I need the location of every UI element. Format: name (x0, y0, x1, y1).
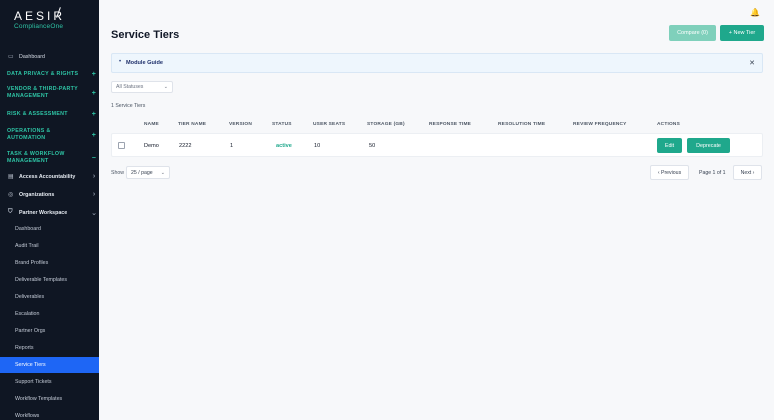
expand-plus-icon: + (91, 71, 97, 78)
section-task-workflow[interactable]: TASK & WORKFLOW MANAGEMENT − (0, 150, 99, 166)
expand-plus-icon: + (91, 111, 97, 118)
brand-subtitle: ComplianceOne (14, 23, 64, 30)
chevron-right-icon: › (92, 191, 96, 198)
sidebar-item-partner-orgs[interactable]: Partner Orgs (0, 326, 99, 336)
section-label: TASK & WORKFLOW MANAGEMENT (7, 151, 65, 164)
chevron-down-icon: ⌄ (163, 84, 168, 90)
group-label: Access Accountability (19, 173, 76, 180)
cell-user-seats: 10 (314, 143, 321, 149)
cell-tier-name: 2222 (179, 143, 192, 149)
next-page-button[interactable]: Next › (733, 165, 762, 180)
expand-plus-icon: + (91, 89, 97, 97)
group-organizations[interactable]: ◎ Organizations › (0, 190, 99, 199)
sidebar-item-brand-profiles[interactable]: Brand Profiles (0, 258, 99, 268)
sidebar-item-label: Deliverables (15, 294, 45, 300)
sidebar-item-label: Workflows (15, 413, 40, 419)
group-label: Organizations (19, 191, 55, 198)
sidebar-item-label: Dashboard (19, 53, 45, 60)
section-label: OPERATIONS & AUTOMATION (7, 128, 51, 141)
result-count: 1 Service Tiers (111, 103, 146, 109)
page-size-label: Show (111, 170, 124, 176)
chevron-right-icon: › (92, 173, 96, 180)
sidebar-item-partner-dashboard[interactable]: Dashboard (0, 224, 99, 234)
sidebar-item-reports[interactable]: Reports (0, 343, 99, 353)
module-guide-label[interactable]: Module Guide (126, 60, 163, 66)
sidebar-item-deliverables[interactable]: Deliverables (0, 292, 99, 302)
chevron-down-icon: ⌄ (160, 170, 165, 176)
column-header-response-time[interactable]: RESPONSE TIME (429, 122, 471, 127)
page-info: Page 1 of 1 (699, 170, 726, 176)
deprecate-button[interactable]: Deprecate (687, 138, 730, 153)
document-icon: ▤ (8, 174, 14, 180)
sidebar-item-label: Workflow Templates (15, 396, 63, 402)
sidebar-item-label: Support Tickets (15, 379, 52, 385)
sidebar-item-escalation[interactable]: Escalation (0, 309, 99, 319)
guide-bullet-icon: • (119, 59, 122, 65)
section-label: VENDOR & THIRD-PARTY MANAGEMENT (7, 86, 78, 99)
column-header-resolution-time[interactable]: RESOLUTION TIME (498, 122, 545, 127)
sidebar-item-label: Dashboard (15, 226, 41, 232)
cell-version: 1 (230, 143, 234, 149)
sidebar-item-label: Audit Trail (15, 243, 39, 249)
row-checkbox[interactable] (118, 142, 125, 149)
group-label: Partner Workspace (19, 209, 68, 216)
sidebar-item-audit-trail[interactable]: Audit Trail (0, 241, 99, 251)
sidebar-item-label: Brand Profiles (15, 260, 49, 266)
section-data-privacy[interactable]: DATA PRIVACY & RIGHTS + (0, 70, 99, 79)
chevron-down-icon: ⌄ (91, 209, 97, 217)
column-header-review-frequency[interactable]: REVIEW FREQUENCY (573, 122, 627, 127)
page-title: Service Tiers (111, 29, 180, 41)
main-content: 🔔 Service Tiers Compare (0) + New Tier •… (99, 0, 774, 420)
section-label: RISK & ASSESSMENT (7, 111, 68, 117)
sidebar-item-label: Escalation (15, 311, 40, 317)
edit-button[interactable]: Edit (657, 138, 682, 153)
service-tiers-table: NAME TIER NAME VERSION STATUS USER SEATS… (111, 118, 763, 157)
sidebar-item-label: Service Tiers (15, 362, 46, 368)
compare-button[interactable]: Compare (0) (669, 25, 716, 41)
cell-name: Demo (144, 143, 159, 149)
section-risk-assessment[interactable]: RISK & ASSESSMENT + (0, 110, 99, 119)
new-tier-button[interactable]: + New Tier (720, 25, 764, 41)
status-filter-value: All Statuses (116, 84, 144, 90)
page-size-select[interactable]: 25 / page ⌄ (126, 166, 170, 179)
column-header-storage[interactable]: STORAGE (GB) (367, 122, 405, 127)
sidebar-item-service-tiers[interactable]: Service Tiers (0, 357, 99, 373)
group-access-accountability[interactable]: ▤ Access Accountability › (0, 172, 99, 181)
column-header-tier-name[interactable]: TIER NAME (178, 122, 206, 127)
column-header-status[interactable]: STATUS (272, 122, 292, 127)
table-row: Demo 2222 1 active 10 50 Edit Deprecate (111, 133, 763, 157)
bell-icon[interactable]: 🔔 (750, 8, 760, 17)
section-label: DATA PRIVACY & RIGHTS (7, 71, 79, 77)
dashboard-icon: ▭ (8, 54, 14, 60)
previous-page-button[interactable]: ‹ Previous (650, 165, 689, 180)
cell-storage: 50 (369, 143, 376, 149)
module-guide-panel[interactable]: • Module Guide ✕ (111, 53, 763, 73)
sidebar-item-workflows[interactable]: Workflows (0, 411, 99, 420)
section-vendor-third-party[interactable]: VENDOR & THIRD-PARTY MANAGEMENT + (0, 85, 99, 101)
sidebar-item-dashboard[interactable]: ▭ Dashboard (0, 52, 99, 61)
page-size-value: 25 / page (131, 169, 153, 176)
sidebar-item-label: Reports (15, 345, 34, 351)
table-header: NAME TIER NAME VERSION STATUS USER SEATS… (111, 118, 763, 132)
column-header-actions: ACTIONS (657, 122, 680, 127)
logo: AESIR ComplianceOne (14, 7, 65, 30)
sidebar-item-label: Deliverable Templates (15, 277, 68, 283)
column-header-version[interactable]: VERSION (229, 122, 252, 127)
expand-plus-icon: + (91, 131, 97, 139)
status-filter-select[interactable]: All Statuses ⌄ (111, 81, 173, 93)
status-badge: active (276, 143, 292, 149)
sidebar-item-workflow-templates[interactable]: Workflow Templates (0, 394, 99, 404)
shield-icon: ⛉ (8, 209, 13, 215)
sidebar-item-support-tickets[interactable]: Support Tickets (0, 377, 99, 387)
close-icon[interactable]: ✕ (749, 59, 755, 67)
section-operations-automation[interactable]: OPERATIONS & AUTOMATION + (0, 127, 99, 143)
group-partner-workspace[interactable]: ⛉ Partner Workspace ⌄ (0, 208, 99, 217)
sidebar-item-deliverable-templates[interactable]: Deliverable Templates (0, 275, 99, 285)
sidebar-item-label: Partner Orgs (15, 328, 46, 334)
collapse-minus-icon: − (91, 154, 97, 162)
sidebar: AESIR ComplianceOne ▭ Dashboard DATA PRI… (0, 0, 99, 420)
globe-icon: ◎ (8, 192, 14, 198)
column-header-name[interactable]: NAME (144, 122, 159, 127)
column-header-user-seats[interactable]: USER SEATS (313, 122, 345, 127)
